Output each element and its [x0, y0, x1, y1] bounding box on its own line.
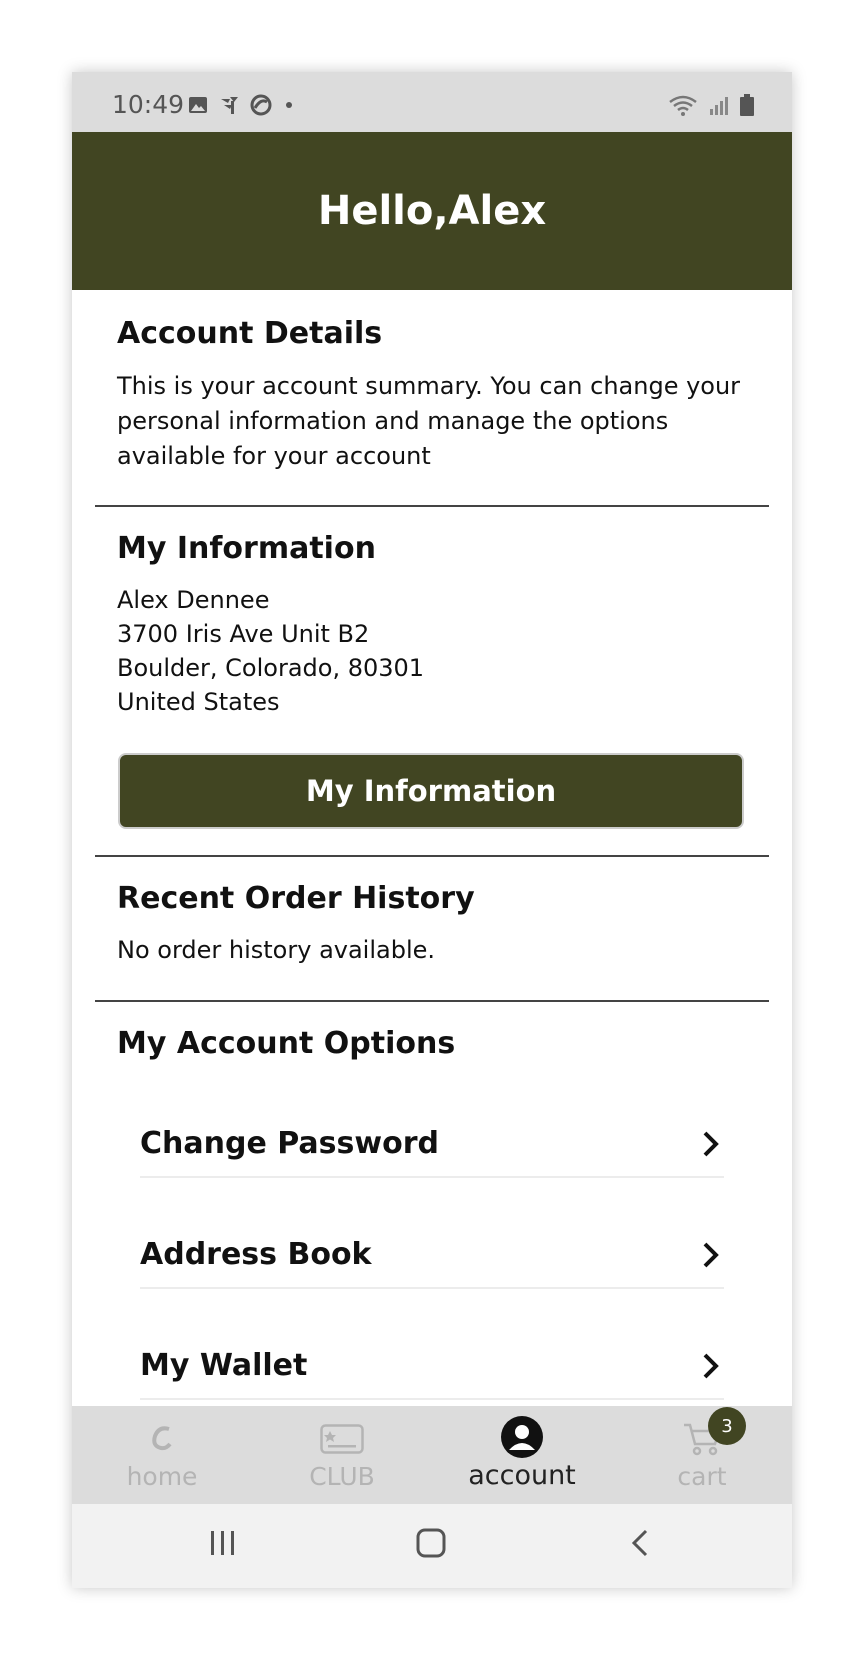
dot-icon: [286, 102, 292, 108]
club-card-icon: [320, 1424, 364, 1454]
info-name: Alex Dennee: [117, 586, 270, 614]
sync-icon: [250, 94, 272, 116]
signal-icon: [710, 97, 728, 115]
option-label: Address Book: [140, 1237, 372, 1272]
back-icon[interactable]: [628, 1528, 652, 1558]
status-icons-right: [668, 94, 754, 116]
account-details-title: Account Details: [117, 316, 383, 351]
tab-club[interactable]: CLUB: [252, 1406, 432, 1504]
tab-account[interactable]: account: [432, 1406, 612, 1504]
option-label: Change Password: [140, 1126, 439, 1161]
tab-home[interactable]: home: [72, 1406, 252, 1504]
option-change-password[interactable]: Change Password: [140, 1116, 724, 1178]
status-bar: 10:49: [72, 72, 792, 132]
greeting-header: Hello,Alex: [72, 132, 792, 290]
battery-icon: [740, 94, 754, 116]
pinwheel-icon: [221, 97, 238, 114]
option-label: My Wallet: [140, 1348, 308, 1383]
my-information-button[interactable]: My Information: [118, 753, 744, 829]
tab-label-club: CLUB: [309, 1462, 375, 1491]
tab-label-home: home: [126, 1462, 198, 1491]
divider: [95, 855, 769, 857]
account-details-description: This is your account summary. You can ch…: [117, 372, 741, 470]
chevron-right-icon: [703, 1131, 719, 1157]
divider: [95, 505, 769, 507]
my-information-title: My Information: [117, 531, 376, 566]
phone-screen: 10:49 Hello,Alex Account Details This is…: [72, 72, 792, 1588]
greeting-title: Hello,Alex: [317, 188, 547, 234]
status-time: 10:49: [112, 90, 185, 119]
order-history-title: Recent Order History: [117, 881, 475, 916]
divider: [95, 1000, 769, 1002]
option-address-book[interactable]: Address Book: [140, 1227, 724, 1289]
info-address-line1: 3700 Iris Ave Unit B2: [117, 620, 370, 648]
brand-c-icon: [152, 1426, 172, 1451]
account-icon: [501, 1416, 543, 1458]
status-icons-left: [188, 94, 296, 116]
info-address-line2: Boulder, Colorado, 80301: [117, 654, 425, 682]
chevron-right-icon: [703, 1242, 719, 1268]
tab-label-account: account: [468, 1460, 576, 1491]
home-button-icon[interactable]: [416, 1528, 446, 1558]
cart-count-badge: 3: [708, 1407, 746, 1445]
wifi-icon: [669, 95, 697, 116]
image-icon: [189, 97, 207, 113]
chevron-right-icon: [703, 1353, 719, 1379]
info-country: United States: [117, 688, 280, 716]
tab-cart[interactable]: 3 cart: [612, 1406, 792, 1504]
account-options-title: My Account Options: [117, 1026, 456, 1061]
order-history-empty-text: No order history available.: [117, 936, 436, 964]
option-my-wallet[interactable]: My Wallet: [140, 1338, 724, 1400]
tab-label-cart: cart: [677, 1462, 727, 1491]
recent-apps-icon[interactable]: [208, 1528, 238, 1558]
system-nav-bar: [72, 1504, 792, 1588]
bottom-tab-bar: home CLUB account 3 cart: [72, 1406, 792, 1504]
